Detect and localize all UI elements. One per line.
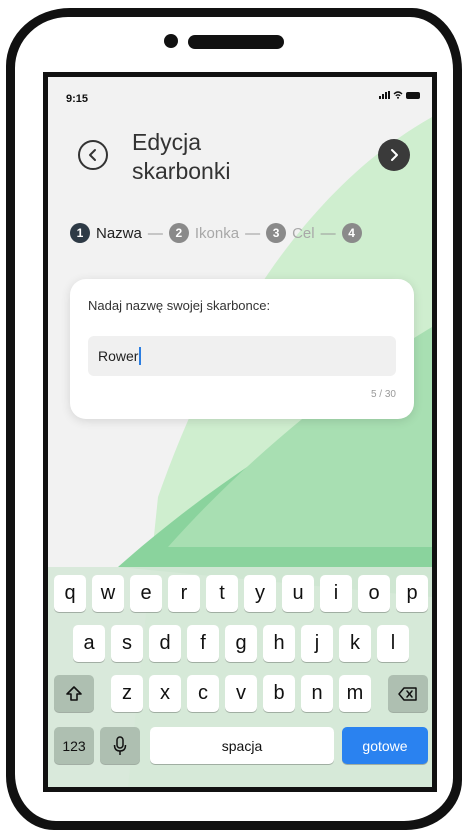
step-separator: — [245,224,261,242]
key-j[interactable]: j [301,625,333,662]
key-s[interactable]: s [111,625,143,662]
camera-dot [164,34,178,48]
key-y[interactable]: y [244,575,276,612]
step-label: Nazwa [96,224,142,242]
key-x[interactable]: x [149,675,181,712]
app-screen: 9:15 Edycja skarbonki 1 Nazwa — 2 Ikonka… [43,72,437,792]
step-3: 3 Cel [266,223,315,243]
key-l[interactable]: l [377,625,409,662]
step-4: 4 [341,223,362,243]
speaker-bar [188,35,284,49]
key-v[interactable]: v [225,675,257,712]
backspace-key[interactable] [388,675,428,712]
space-key[interactable]: spacja [150,727,334,764]
step-number: 4 [341,223,362,243]
key-d[interactable]: d [149,625,181,662]
name-prompt-label: Nadaj nazwę swojej skarbonce: [88,298,271,313]
step-number: 1 [70,223,90,243]
key-c[interactable]: c [187,675,219,712]
on-screen-keyboard: q w e r t y u i o p a s d f g h j k l z … [48,567,432,787]
status-icons [379,91,420,99]
key-w[interactable]: w [92,575,124,612]
piggybank-name-input[interactable]: Rower [88,336,396,376]
numbers-key[interactable]: 123 [54,727,94,764]
key-h[interactable]: h [263,625,295,662]
key-g[interactable]: g [225,625,257,662]
next-arrow-icon [391,149,398,161]
key-k[interactable]: k [339,625,371,662]
step-separator: — [320,224,336,242]
key-n[interactable]: n [301,675,333,712]
key-e[interactable]: e [130,575,162,612]
wifi-icon [393,91,403,99]
page-title-line2: skarbonki [132,158,231,184]
shift-key[interactable] [54,675,94,712]
step-label: Cel [292,224,315,242]
step-label: Ikonka [194,224,240,242]
key-p[interactable]: p [396,575,428,612]
status-time: 9:15 [66,93,89,105]
step-indicator: 1 Nazwa — 2 Ikonka — 3 Cel — 4 [70,223,362,243]
page-title: Edycja skarbonki [132,128,230,186]
key-o[interactable]: o [358,575,390,612]
back-button[interactable] [78,140,108,170]
shift-icon [66,685,82,701]
key-i[interactable]: i [320,575,352,612]
key-z[interactable]: z [111,675,143,712]
signal-icon [379,91,390,99]
microphone-key[interactable] [100,727,140,764]
key-r[interactable]: r [168,575,200,612]
key-b[interactable]: b [263,675,295,712]
backspace-icon [398,686,417,701]
step-number: 3 [266,223,287,243]
microphone-icon [113,735,127,755]
text-caret [139,347,141,365]
step-2: 2 Ikonka [168,223,240,243]
battery-icon [406,91,420,99]
back-arrow-icon [89,149,96,161]
input-value: Rower [98,348,139,364]
done-key[interactable]: gotowe [342,727,428,764]
key-f[interactable]: f [187,625,219,662]
page-title-line1: Edycja [132,129,202,155]
key-t[interactable]: t [206,575,238,612]
step-separator: — [147,224,163,242]
key-m[interactable]: m [339,675,371,712]
name-card: Nadaj nazwę swojej skarbonce: Rower 5 / … [70,279,414,419]
key-a[interactable]: a [73,625,105,662]
key-q[interactable]: q [54,575,86,612]
key-u[interactable]: u [282,575,314,612]
char-counter: 5 / 30 [370,389,396,400]
next-button[interactable] [378,139,410,171]
step-1: 1 Nazwa [70,223,142,243]
step-number: 2 [168,223,189,243]
